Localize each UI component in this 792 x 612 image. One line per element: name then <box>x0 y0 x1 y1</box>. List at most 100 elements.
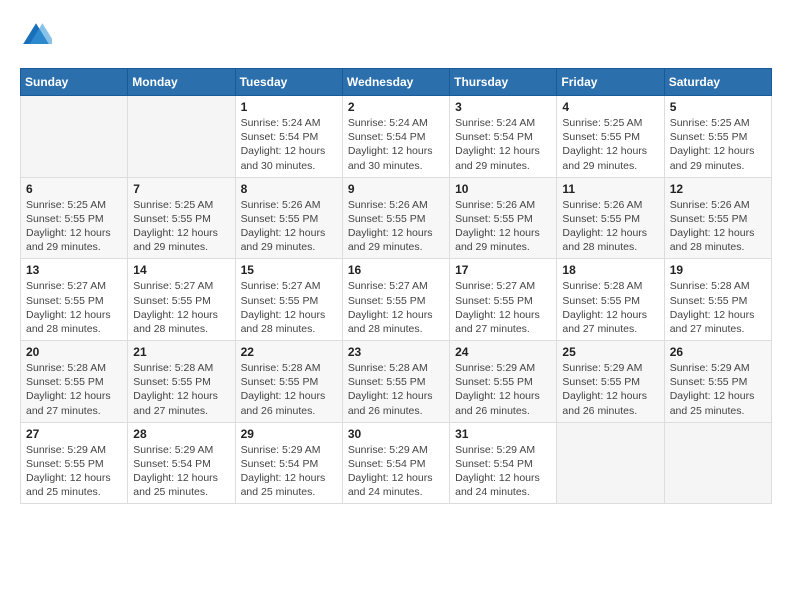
day-info: Sunrise: 5:26 AM Sunset: 5:55 PM Dayligh… <box>562 198 658 255</box>
day-info: Sunrise: 5:24 AM Sunset: 5:54 PM Dayligh… <box>455 116 551 173</box>
day-number: 4 <box>562 100 658 114</box>
calendar-day-cell: 16 Sunrise: 5:27 AM Sunset: 5:55 PM Dayli… <box>342 259 449 341</box>
calendar-day-cell: 24 Sunrise: 5:29 AM Sunset: 5:55 PM Dayli… <box>450 341 557 423</box>
day-number: 24 <box>455 345 551 359</box>
calendar-week-row: 1 Sunrise: 5:24 AM Sunset: 5:54 PM Daylig… <box>21 96 772 178</box>
calendar-day-cell: 10 Sunrise: 5:26 AM Sunset: 5:55 PM Dayli… <box>450 177 557 259</box>
day-number: 23 <box>348 345 444 359</box>
day-info: Sunrise: 5:27 AM Sunset: 5:55 PM Dayligh… <box>455 279 551 336</box>
calendar-week-row: 6Sunrise: 5:25 AM Sunset: 5:55 PM Daylig… <box>21 177 772 259</box>
day-info: Sunrise: 5:27 AM Sunset: 5:55 PM Dayligh… <box>26 279 122 336</box>
weekday-cell: Friday <box>557 69 664 96</box>
calendar-week-row: 27Sunrise: 5:29 AM Sunset: 5:55 PM Dayli… <box>21 422 772 504</box>
day-number: 25 <box>562 345 658 359</box>
day-number: 7 <box>133 182 229 196</box>
day-number: 26 <box>670 345 766 359</box>
calendar-day-cell: 15Sunrise: 5:27 AM Sunset: 5:55 PM Dayli… <box>235 259 342 341</box>
day-number: 29 <box>241 427 337 441</box>
calendar-day-cell: 18Sunrise: 5:28 AM Sunset: 5:55 PM Dayli… <box>557 259 664 341</box>
weekday-cell: Wednesday <box>342 69 449 96</box>
calendar-week-row: 13 Sunrise: 5:27 AM Sunset: 5:55 PM Dayli… <box>21 259 772 341</box>
calendar-day-cell: 28 Sunrise: 5:29 AM Sunset: 5:54 PM Dayli… <box>128 422 235 504</box>
calendar-day-cell: 27Sunrise: 5:29 AM Sunset: 5:55 PM Dayli… <box>21 422 128 504</box>
day-info: Sunrise: 5:27 AM Sunset: 5:55 PM Dayligh… <box>133 279 229 336</box>
day-number: 12 <box>670 182 766 196</box>
calendar-day-cell: 12 Sunrise: 5:26 AM Sunset: 5:55 PM Dayli… <box>664 177 771 259</box>
day-number: 13 <box>26 263 122 277</box>
day-info: Sunrise: 5:29 AM Sunset: 5:54 PM Dayligh… <box>133 443 229 500</box>
day-info: Sunrise: 5:25 AM Sunset: 5:55 PM Dayligh… <box>670 116 766 173</box>
day-info: Sunrise: 5:29 AM Sunset: 5:54 PM Dayligh… <box>348 443 444 500</box>
day-info: Sunrise: 5:27 AM Sunset: 5:55 PM Dayligh… <box>348 279 444 336</box>
day-info: Sunrise: 5:28 AM Sunset: 5:55 PM Dayligh… <box>670 279 766 336</box>
day-info: Sunrise: 5:29 AM Sunset: 5:54 PM Dayligh… <box>241 443 337 500</box>
calendar-day-cell: 31 Sunrise: 5:29 AM Sunset: 5:54 PM Dayli… <box>450 422 557 504</box>
day-info: Sunrise: 5:29 AM Sunset: 5:55 PM Dayligh… <box>562 361 658 418</box>
day-number: 31 <box>455 427 551 441</box>
weekday-cell: Sunday <box>21 69 128 96</box>
day-info: Sunrise: 5:26 AM Sunset: 5:55 PM Dayligh… <box>670 198 766 255</box>
day-info: Sunrise: 5:28 AM Sunset: 5:55 PM Dayligh… <box>26 361 122 418</box>
calendar-day-cell: 13 Sunrise: 5:27 AM Sunset: 5:55 PM Dayli… <box>21 259 128 341</box>
day-number: 17 <box>455 263 551 277</box>
weekday-cell: Saturday <box>664 69 771 96</box>
day-number: 3 <box>455 100 551 114</box>
weekday-cell: Tuesday <box>235 69 342 96</box>
day-number: 15 <box>241 263 337 277</box>
day-number: 1 <box>241 100 337 114</box>
calendar-day-cell: 22Sunrise: 5:28 AM Sunset: 5:55 PM Dayli… <box>235 341 342 423</box>
calendar-week-row: 20Sunrise: 5:28 AM Sunset: 5:55 PM Dayli… <box>21 341 772 423</box>
page-header <box>20 20 772 52</box>
calendar-day-cell: 29 Sunrise: 5:29 AM Sunset: 5:54 PM Dayli… <box>235 422 342 504</box>
day-info: Sunrise: 5:28 AM Sunset: 5:55 PM Dayligh… <box>241 361 337 418</box>
day-number: 10 <box>455 182 551 196</box>
calendar: SundayMondayTuesdayWednesdayThursdayFrid… <box>20 68 772 504</box>
calendar-day-cell: 11Sunrise: 5:26 AM Sunset: 5:55 PM Dayli… <box>557 177 664 259</box>
day-info: Sunrise: 5:29 AM Sunset: 5:54 PM Dayligh… <box>455 443 551 500</box>
calendar-day-cell: 19 Sunrise: 5:28 AM Sunset: 5:55 PM Dayli… <box>664 259 771 341</box>
calendar-day-cell: 20Sunrise: 5:28 AM Sunset: 5:55 PM Dayli… <box>21 341 128 423</box>
day-info: Sunrise: 5:26 AM Sunset: 5:55 PM Dayligh… <box>348 198 444 255</box>
day-info: Sunrise: 5:29 AM Sunset: 5:55 PM Dayligh… <box>455 361 551 418</box>
calendar-day-cell <box>557 422 664 504</box>
day-info: Sunrise: 5:28 AM Sunset: 5:55 PM Dayligh… <box>133 361 229 418</box>
weekday-cell: Thursday <box>450 69 557 96</box>
calendar-body: 1 Sunrise: 5:24 AM Sunset: 5:54 PM Daylig… <box>21 96 772 504</box>
day-number: 14 <box>133 263 229 277</box>
calendar-day-cell: 2 Sunrise: 5:24 AM Sunset: 5:54 PM Daylig… <box>342 96 449 178</box>
logo-icon <box>20 20 52 52</box>
day-number: 5 <box>670 100 766 114</box>
calendar-day-cell: 6Sunrise: 5:25 AM Sunset: 5:55 PM Daylig… <box>21 177 128 259</box>
calendar-day-cell: 14 Sunrise: 5:27 AM Sunset: 5:55 PM Dayli… <box>128 259 235 341</box>
day-info: Sunrise: 5:25 AM Sunset: 5:55 PM Dayligh… <box>26 198 122 255</box>
day-info: Sunrise: 5:24 AM Sunset: 5:54 PM Dayligh… <box>348 116 444 173</box>
day-number: 9 <box>348 182 444 196</box>
weekday-cell: Monday <box>128 69 235 96</box>
day-number: 19 <box>670 263 766 277</box>
day-info: Sunrise: 5:25 AM Sunset: 5:55 PM Dayligh… <box>133 198 229 255</box>
calendar-day-cell: 7 Sunrise: 5:25 AM Sunset: 5:55 PM Daylig… <box>128 177 235 259</box>
calendar-day-cell: 1 Sunrise: 5:24 AM Sunset: 5:54 PM Daylig… <box>235 96 342 178</box>
day-info: Sunrise: 5:24 AM Sunset: 5:54 PM Dayligh… <box>241 116 337 173</box>
calendar-day-cell: 26 Sunrise: 5:29 AM Sunset: 5:55 PM Dayli… <box>664 341 771 423</box>
calendar-day-cell: 3 Sunrise: 5:24 AM Sunset: 5:54 PM Daylig… <box>450 96 557 178</box>
day-info: Sunrise: 5:29 AM Sunset: 5:55 PM Dayligh… <box>670 361 766 418</box>
day-number: 28 <box>133 427 229 441</box>
calendar-day-cell: 9 Sunrise: 5:26 AM Sunset: 5:55 PM Daylig… <box>342 177 449 259</box>
day-number: 8 <box>241 182 337 196</box>
calendar-day-cell: 17 Sunrise: 5:27 AM Sunset: 5:55 PM Dayli… <box>450 259 557 341</box>
day-info: Sunrise: 5:28 AM Sunset: 5:55 PM Dayligh… <box>348 361 444 418</box>
calendar-day-cell <box>21 96 128 178</box>
day-number: 16 <box>348 263 444 277</box>
day-info: Sunrise: 5:25 AM Sunset: 5:55 PM Dayligh… <box>562 116 658 173</box>
weekday-header-row: SundayMondayTuesdayWednesdayThursdayFrid… <box>21 69 772 96</box>
calendar-day-cell: 4 Sunrise: 5:25 AM Sunset: 5:55 PM Daylig… <box>557 96 664 178</box>
calendar-day-cell: 23 Sunrise: 5:28 AM Sunset: 5:55 PM Dayli… <box>342 341 449 423</box>
calendar-day-cell: 8Sunrise: 5:26 AM Sunset: 5:55 PM Daylig… <box>235 177 342 259</box>
day-info: Sunrise: 5:26 AM Sunset: 5:55 PM Dayligh… <box>455 198 551 255</box>
calendar-day-cell: 25 Sunrise: 5:29 AM Sunset: 5:55 PM Dayli… <box>557 341 664 423</box>
day-number: 2 <box>348 100 444 114</box>
day-number: 27 <box>26 427 122 441</box>
calendar-day-cell: 30Sunrise: 5:29 AM Sunset: 5:54 PM Dayli… <box>342 422 449 504</box>
day-number: 21 <box>133 345 229 359</box>
